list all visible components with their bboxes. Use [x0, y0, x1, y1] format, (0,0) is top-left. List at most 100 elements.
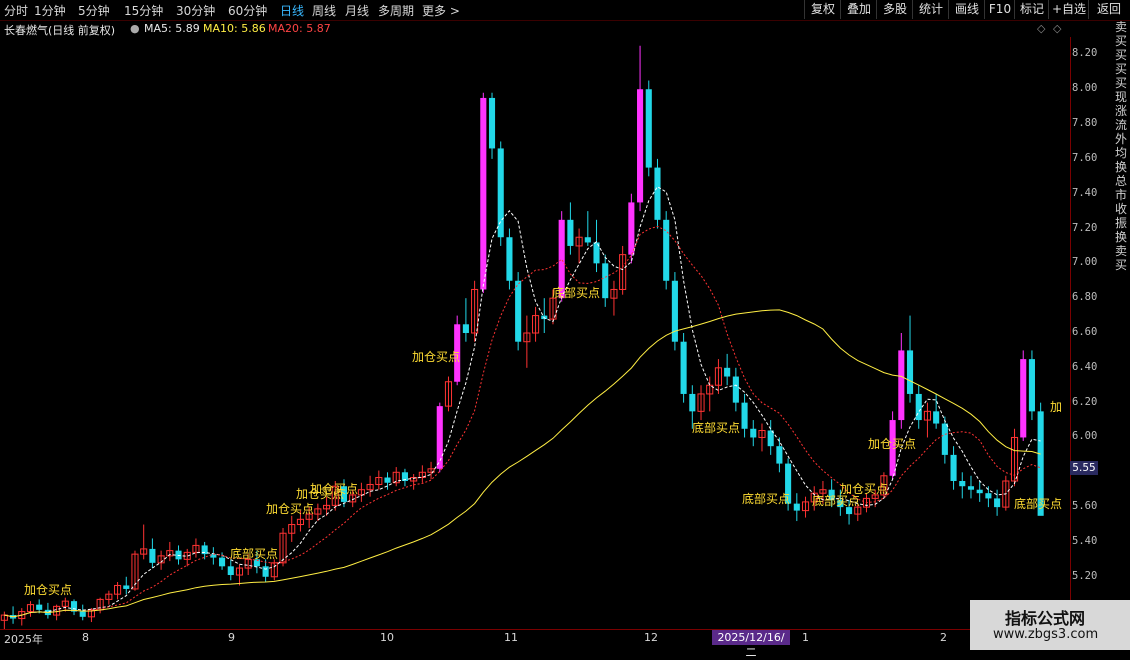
candle-body [645, 89, 652, 168]
candle-body [732, 376, 739, 403]
overlay-button[interactable]: 叠加 [840, 0, 877, 19]
signal-label: 底部买点 [692, 421, 741, 435]
ma20-line [4, 309, 1041, 618]
candle-body [567, 219, 574, 246]
signal-label: 加 [1050, 400, 1063, 414]
candle-body [219, 557, 226, 567]
date-tick: 10 [380, 631, 394, 644]
statistics-button[interactable]: 统计 [912, 0, 949, 19]
candle-body [149, 548, 156, 563]
tab-daily[interactable]: 日线 [280, 2, 304, 19]
candle-body [262, 566, 269, 577]
candle-body [941, 423, 948, 455]
price-tick: 6.40 [1072, 360, 1098, 373]
candle-body [915, 393, 922, 421]
date-tick: 9 [228, 631, 235, 644]
candle-body [1020, 359, 1027, 438]
candle-body [724, 367, 731, 377]
candle-body [680, 341, 687, 394]
candle-body [959, 481, 966, 487]
candle-body [602, 263, 609, 299]
candle-body [506, 237, 513, 281]
candle-body [462, 324, 469, 333]
tab-more[interactable]: 更多 > [422, 2, 460, 19]
add-watchlist-button[interactable]: +自选 [1048, 0, 1089, 19]
ma20-value: MA20: 5.87 [268, 22, 331, 35]
settings-circle-icon[interactable]: ● [130, 22, 140, 35]
watermark-url: www.zbgs3.com [993, 627, 1099, 642]
multi-stock-button[interactable]: 多股 [876, 0, 913, 19]
candle-body [654, 167, 661, 220]
candle-body [628, 202, 635, 255]
candle-body [515, 280, 522, 342]
candle-body [776, 446, 783, 464]
candle-body [976, 489, 983, 494]
tab-multi-period[interactable]: 多周期 [378, 2, 414, 19]
price-tick: 8.00 [1072, 82, 1098, 95]
date-axis: 2025年 8 9 10 11 12 1 2 [0, 629, 1070, 646]
current-price-tag: 5.55 [1070, 461, 1098, 475]
signal-label: 加仓买点 [266, 502, 315, 516]
tab-60min[interactable]: 60分钟 [228, 2, 267, 19]
restore-rights-button[interactable]: 复权 [804, 0, 841, 19]
price-tick: 6.80 [1072, 291, 1098, 304]
candle-body [898, 350, 905, 421]
candlestick-chart [0, 45, 1044, 629]
date-tick: 2 [940, 631, 947, 644]
date-tick: 8 [82, 631, 89, 644]
candles-group [0, 45, 1044, 629]
ma10-line [4, 225, 1041, 618]
stock-title: 长春燃气(日线 前复权) [4, 24, 116, 37]
signal-label: 加仓买点 [24, 583, 73, 597]
draw-line-button[interactable]: 画线 [948, 0, 985, 19]
side-panel-edge[interactable]: 卖买买买买现涨流外均换总市收振换卖买 [1115, 20, 1130, 450]
mark-button[interactable]: 标记 [1014, 0, 1049, 19]
collapse-icon[interactable]: ◇ [1053, 22, 1061, 35]
price-tick: 8.20 [1072, 47, 1098, 60]
diamond-icon[interactable]: ◇ [1037, 22, 1045, 35]
candle-body [741, 402, 748, 429]
candle-body [689, 393, 696, 412]
date-tick: 2025年 [4, 633, 43, 646]
price-tick: 7.20 [1072, 221, 1098, 234]
price-tick: 7.40 [1072, 186, 1098, 199]
tab-fenshi[interactable]: 分时 [4, 2, 28, 19]
price-tick: 7.80 [1072, 117, 1098, 130]
crosshair-date: 2025/12/16/二 [712, 630, 790, 659]
tab-1min[interactable]: 1分钟 [34, 2, 66, 19]
candle-body [79, 611, 86, 617]
candle-body [584, 237, 591, 243]
candle-body [227, 566, 234, 576]
candle-body [480, 97, 487, 290]
tab-30min[interactable]: 30分钟 [176, 2, 215, 19]
signal-label: 底部买点 [1014, 497, 1063, 511]
price-tick: 6.60 [1072, 326, 1098, 338]
candle-body [994, 498, 1001, 508]
candle-body [933, 411, 940, 424]
signal-label: 加仓买点 [840, 482, 889, 496]
candle-body [123, 585, 130, 589]
candle-body [750, 428, 757, 438]
ma5-value: MA5: 5.89 [144, 22, 200, 35]
signal-label: 底部买点 [230, 547, 279, 561]
signal-label: 底部买点 [552, 286, 601, 300]
candle-body [637, 89, 644, 203]
price-tick: 6.20 [1072, 395, 1098, 408]
tab-15min[interactable]: 15分钟 [124, 2, 163, 19]
candle-body [967, 486, 975, 490]
back-button[interactable]: 返回 [1088, 0, 1129, 19]
candle-body [488, 97, 496, 149]
tab-weekly[interactable]: 周线 [312, 2, 336, 19]
signal-label: 底部买点 [742, 492, 791, 506]
price-tick: 5.60 [1072, 500, 1098, 513]
date-tick: 1 [802, 631, 809, 644]
f10-button[interactable]: F10 [984, 0, 1015, 19]
price-tick: 6.00 [1072, 430, 1098, 443]
signal-label: 加仓买点 [868, 437, 917, 451]
price-tick: 7.60 [1072, 151, 1098, 164]
signal-label: 加仓买点 [310, 482, 359, 496]
candle-body [906, 350, 914, 394]
watermark-name: 指标公式网 [1005, 609, 1086, 628]
tab-5min[interactable]: 5分钟 [78, 2, 110, 19]
tab-monthly[interactable]: 月线 [345, 2, 369, 19]
